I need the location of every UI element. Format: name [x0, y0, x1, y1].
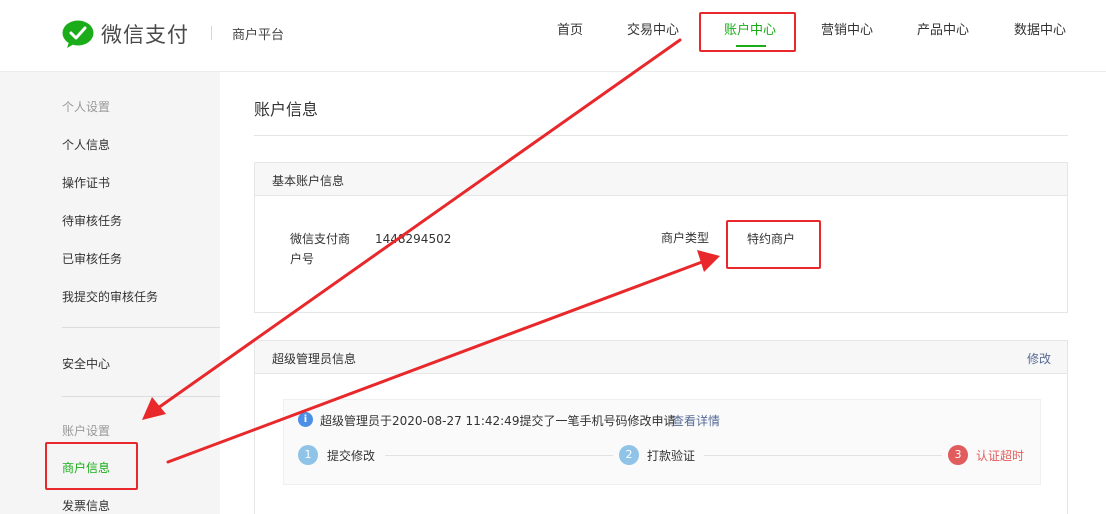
merchant-id-label: 微信支付商 户号: [290, 229, 350, 269]
sidebar-item-certificate[interactable]: 操作证书: [62, 174, 110, 191]
step-1-circle: 1: [298, 445, 318, 465]
sidebar-item-security-center[interactable]: 安全中心: [62, 355, 110, 372]
sidebar-section-account-settings: 账户设置: [62, 424, 111, 438]
merchant-type-label: 商户类型: [661, 231, 710, 245]
sidebar-item-pending-review[interactable]: 待审核任务: [62, 212, 122, 229]
nav-marketing-center[interactable]: 营销中心: [821, 22, 873, 52]
annotation-box-account-center: [699, 12, 796, 52]
annotation-box-merchant-info: [45, 442, 138, 490]
sidebar-item-my-submitted[interactable]: 我提交的审核任务: [62, 288, 158, 305]
step-2-circle: 2: [619, 445, 639, 465]
step-connector: [385, 455, 613, 456]
merchant-id-label-line1: 微信支付商: [290, 232, 351, 246]
sidebar-divider: [62, 396, 220, 397]
info-icon: i: [298, 412, 313, 427]
sidebar-item-personal-info[interactable]: 个人信息: [62, 136, 110, 153]
page-title: 账户信息: [254, 100, 319, 119]
merchant-id-label-line2: 户号: [290, 252, 315, 266]
step-3-circle: 3: [948, 445, 968, 465]
sidebar-item-reviewed[interactable]: 已审核任务: [62, 250, 122, 267]
merchant-id-value: 1448294502: [375, 232, 452, 246]
basic-account-panel-header: 基本账户信息: [255, 163, 1067, 196]
nav-home[interactable]: 首页: [557, 22, 583, 52]
step-1-label: 提交修改: [327, 449, 376, 463]
nav-product-center[interactable]: 产品中心: [917, 22, 969, 52]
annotation-box-merchant-type: [726, 220, 821, 269]
nav-data-center[interactable]: 数据中心: [1014, 22, 1066, 52]
step-connector: [704, 455, 942, 456]
title-divider: [254, 135, 1068, 136]
super-admin-panel-title: 超级管理员信息: [272, 352, 357, 366]
super-admin-panel-header: 超级管理员信息 修改: [255, 341, 1067, 374]
view-details-link[interactable]: 查看详情: [672, 412, 720, 429]
sidebar-item-invoice-info[interactable]: 发票信息: [62, 497, 110, 514]
edit-admin-link[interactable]: 修改: [1027, 350, 1051, 367]
sidebar-divider: [62, 327, 220, 328]
notice-text: 超级管理员于2020-08-27 11:42:49提交了一笔手机号码修改申请: [320, 414, 676, 428]
basic-account-panel-title: 基本账户信息: [272, 174, 345, 188]
step-3-label: 认证超时: [976, 449, 1025, 463]
sidebar-section-personal-settings: 个人设置: [62, 100, 111, 114]
step-2-label: 打款验证: [647, 449, 696, 463]
main-nav: 首页 交易中心 账户中心 营销中心 产品中心 数据中心: [0, 22, 1106, 52]
top-header: 微信支付 商户平台 首页 交易中心 账户中心 营销中心 产品中心 数据中心: [0, 0, 1106, 72]
nav-trade-center[interactable]: 交易中心: [627, 22, 679, 52]
